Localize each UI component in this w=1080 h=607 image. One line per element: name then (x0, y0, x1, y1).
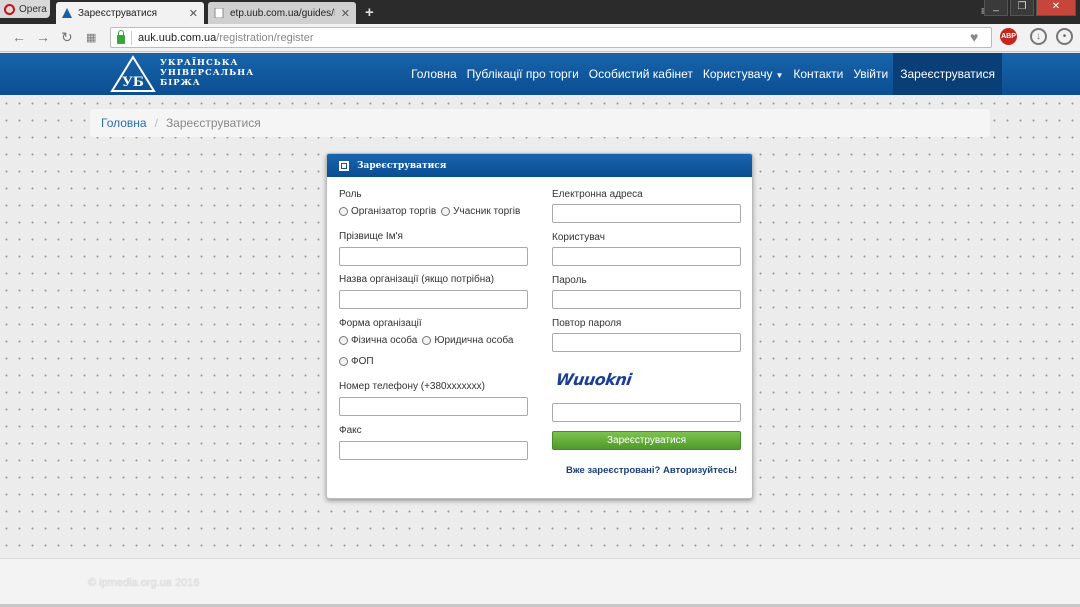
nav-cabinet[interactable]: Особистий кабінет (584, 53, 698, 95)
window-controls: _ ❐ ✕ (984, 0, 1076, 16)
individual-radio[interactable] (339, 336, 348, 345)
legal-entity-radio[interactable] (422, 336, 432, 345)
logo-text: УКРАЇНСЬКА УНІВЕРСАЛЬНА БІРЖА (160, 58, 254, 88)
new-tab-button[interactable]: + (365, 4, 374, 21)
exchange-logo-icon[interactable]: УБ (110, 55, 156, 93)
nav-user-menu[interactable]: Користувачу ▼ (698, 53, 789, 95)
email-label: Електронна адреса (552, 189, 643, 200)
lock-icon (117, 29, 125, 44)
fop-radio[interactable] (339, 357, 348, 366)
register-button[interactable]: Зареєструватися (552, 431, 741, 450)
menu-icon[interactable]: • (1056, 28, 1073, 45)
nav-user-label: Користувачу (702, 67, 773, 81)
password-repeat-input[interactable] (552, 333, 741, 352)
breadcrumb-current: Зареєструватися (165, 116, 261, 130)
role-radio-group: Організатор торгів Учасник торгів (339, 206, 520, 217)
captcha-image: Wuuokni (554, 370, 633, 389)
speed-dial-icon[interactable]: ▦ (86, 31, 96, 44)
tab-close-icon[interactable]: ✕ (189, 7, 198, 20)
org-form-label: Форма організації (339, 318, 422, 329)
user-label: Користувач (552, 232, 605, 243)
username-input[interactable] (552, 247, 741, 266)
org-label: Назва організації (якщо потрібна) (339, 274, 495, 285)
page-body: Головна / Зареєструватися Зареєструватис… (0, 95, 1080, 558)
panel-header: Зареєструватися (327, 154, 752, 177)
minimize-icon[interactable]: _ (984, 0, 1008, 16)
tab-guides[interactable]: etp.uub.com.ua/guides/Ker ✕ (208, 2, 356, 24)
breadcrumb-home[interactable]: Головна (101, 116, 147, 130)
address-path: /registration/register (216, 31, 314, 44)
address-divider (131, 30, 132, 45)
qr-code-icon (339, 160, 349, 171)
nav-login[interactable]: Увійти (848, 53, 893, 95)
browser-toolbar: ← → ↻ ▦ auk.uub.com.ua /registration/reg… (0, 24, 1080, 52)
role-organizer-label: Організатор торгів (351, 206, 437, 217)
role-participant-radio[interactable] (441, 207, 451, 216)
tab-register[interactable]: Зареєструватися ✕ (56, 2, 204, 24)
password-input[interactable] (552, 290, 741, 309)
phone-label: Номер телефону (+380xxxxxxx) (339, 381, 485, 392)
footer-copyright: © ipmedia.org.ua 2016 (88, 577, 200, 589)
password-label: Пароль (552, 275, 587, 286)
nav-contacts[interactable]: Контакти (788, 53, 848, 95)
captcha-input[interactable] (552, 403, 741, 422)
panel-title: Зареєструватися (357, 160, 447, 171)
nav-publications[interactable]: Публікації про торги (462, 53, 584, 95)
legal-entity-label: Юридична особа (434, 335, 514, 346)
name-input[interactable] (339, 247, 528, 266)
org-form-radio-group: Фізична особа Юридична особа (339, 335, 513, 346)
caret-down-icon: ▼ (775, 71, 784, 80)
phone-input[interactable] (339, 397, 528, 416)
download-icon[interactable]: ↓ (1030, 28, 1047, 45)
tab-title: etp.uub.com.ua/guides/Ker (230, 7, 335, 19)
restore-icon[interactable]: ❐ (1010, 0, 1034, 16)
browser-tab-bar: Opera Зареєструватися ✕ etp.uub.com.ua/g… (0, 0, 1080, 24)
role-organizer-radio[interactable] (339, 207, 348, 216)
breadcrumb-separator: / (154, 116, 158, 130)
site-footer: © ipmedia.org.ua 2016 (0, 558, 1080, 607)
org-input[interactable] (339, 290, 528, 309)
address-host: auk.uub.com.ua (138, 31, 217, 44)
register-panel: Зареєструватися Роль Організатор торгів … (326, 153, 753, 499)
reload-icon[interactable]: ↻ (61, 29, 73, 46)
tab-title: Зареєструватися (78, 7, 157, 19)
fop-label: ФОП (351, 356, 374, 367)
nav-home[interactable]: Головна (406, 53, 462, 95)
adblock-icon[interactable]: ABP (1000, 28, 1017, 45)
role-participant-label: Учасник торгів (453, 206, 521, 217)
main-nav: Головна Публікації про торги Особистий к… (406, 53, 1002, 95)
forward-icon[interactable]: → (36, 29, 50, 45)
fax-label: Факс (339, 425, 362, 436)
logo-line: УНІВЕРСАЛЬНА (160, 68, 255, 78)
bookmark-heart-icon[interactable]: ♥ (970, 29, 978, 45)
role-label: Роль (339, 189, 362, 200)
back-icon[interactable]: ← (12, 29, 26, 45)
opera-label: Opera (19, 3, 47, 15)
tab-close-icon[interactable]: ✕ (341, 7, 350, 20)
svg-text:УБ: УБ (122, 75, 144, 90)
email-input[interactable] (552, 204, 741, 223)
breadcrumb: Головна / Зареєструватися (90, 109, 990, 137)
password-repeat-label: Повтор пароля (552, 318, 622, 329)
site-header: УБ УКРАЇНСЬКА УНІВЕРСАЛЬНА БІРЖА Головна… (0, 53, 1080, 95)
individual-label: Фізична особа (351, 335, 418, 346)
close-icon[interactable]: ✕ (1036, 0, 1076, 16)
fax-input[interactable] (339, 441, 528, 460)
fop-radio-row: ФОП (339, 356, 374, 367)
logo-line: БІРЖА (160, 78, 201, 88)
login-link[interactable]: Вже зареєстровані? Авторизуйтесь! (566, 465, 737, 476)
address-bar[interactable]: auk.uub.com.ua /registration/register (110, 27, 992, 48)
site-favicon-icon (62, 8, 72, 18)
opera-menu-button[interactable]: Opera (0, 0, 50, 18)
page-favicon-icon (214, 8, 224, 18)
opera-logo-icon (4, 3, 15, 15)
name-label: Прізвище Ім'я (339, 231, 403, 242)
nav-register[interactable]: Зареєструватися (893, 53, 1002, 95)
logo-line: УКРАЇНСЬКА (160, 58, 239, 68)
